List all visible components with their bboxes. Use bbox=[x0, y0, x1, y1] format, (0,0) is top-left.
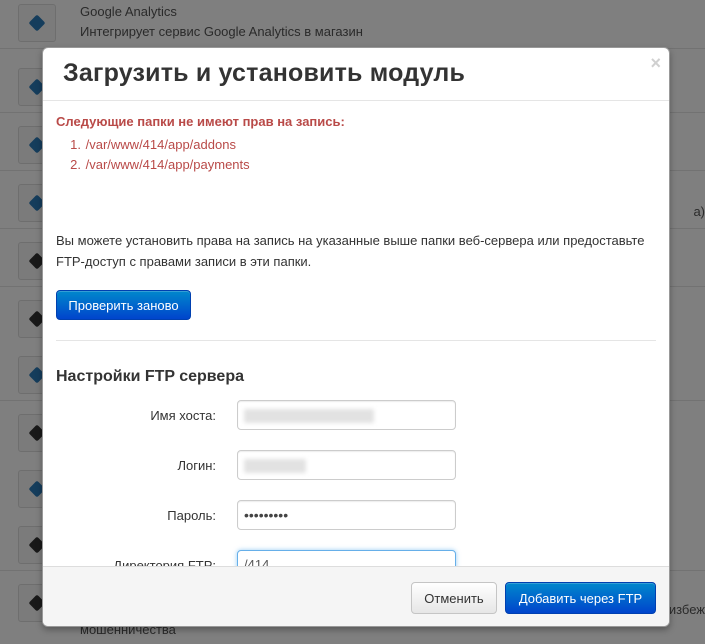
cancel-button[interactable]: Отменить bbox=[411, 582, 497, 614]
add-via-ftp-button[interactable]: Добавить через FTP bbox=[505, 582, 656, 614]
host-input[interactable] bbox=[237, 400, 456, 430]
permission-info-text: Вы можете установить права на запись на … bbox=[56, 233, 645, 269]
dialog-title: Загрузить и установить модуль bbox=[63, 59, 466, 87]
password-input[interactable]: ••••••••• bbox=[237, 500, 456, 530]
install-module-dialog: Загрузить и установить модуль × Следующи… bbox=[42, 47, 670, 627]
recheck-button[interactable]: Проверить заново bbox=[56, 290, 191, 320]
folder-path: /var/www/414/app/payments bbox=[85, 157, 250, 172]
folder-path: /var/www/414/app/addons bbox=[85, 137, 236, 152]
login-input[interactable] bbox=[237, 450, 456, 480]
redacted-value bbox=[244, 409, 374, 423]
login-label: Логин: bbox=[177, 458, 216, 473]
redacted-value bbox=[244, 459, 306, 473]
list-item: 2. /var/www/414/app/payments bbox=[56, 155, 250, 175]
unwritable-folders-list: 1. /var/www/414/app/addons 2. /var/www/4… bbox=[56, 135, 250, 175]
list-number: 2. bbox=[70, 157, 81, 172]
divider bbox=[56, 340, 656, 341]
list-number: 1. bbox=[70, 137, 81, 152]
list-item: 1. /var/www/414/app/addons bbox=[56, 135, 250, 155]
host-label: Имя хоста: bbox=[150, 408, 216, 423]
ftp-settings-title: Настройки FTP сервера bbox=[56, 368, 244, 385]
password-label: Пароль: bbox=[167, 508, 216, 523]
dialog-header: Загрузить и установить модуль × bbox=[43, 48, 669, 101]
permission-error-heading: Следующие папки не имеют прав на запись: bbox=[56, 114, 345, 129]
close-icon[interactable]: × bbox=[650, 53, 661, 73]
dialog-footer: Отменить Добавить через FTP bbox=[43, 566, 669, 626]
